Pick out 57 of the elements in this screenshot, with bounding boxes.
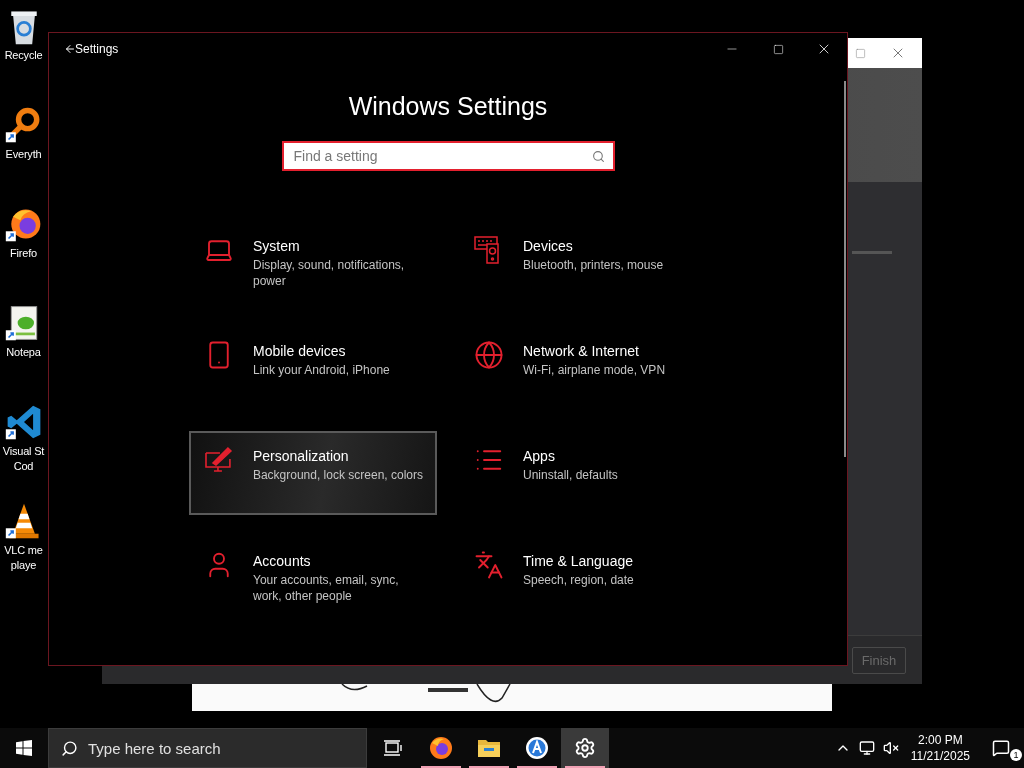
notifications-button[interactable]: 1 bbox=[978, 728, 1024, 768]
category-description: Wi-Fi, airplane mode, VPN bbox=[523, 362, 666, 378]
desktop-icon-label[interactable]: VLC me playe bbox=[4, 543, 43, 573]
desktop-icon-label[interactable]: Recycle bbox=[4, 48, 43, 63]
category-description: Bluetooth, printers, mouse bbox=[523, 257, 664, 273]
settings-category[interactable]: Time & Language Speech, region, date bbox=[459, 536, 707, 620]
settings-category[interactable]: Devices Bluetooth, printers, mouse bbox=[459, 221, 707, 305]
windows-logo-icon bbox=[16, 740, 32, 756]
notification-count: 1 bbox=[1010, 749, 1022, 761]
folder-icon bbox=[477, 737, 501, 759]
category-description: Your accounts, email, sync, work, other people bbox=[253, 572, 399, 604]
back-arrow-icon bbox=[64, 43, 76, 55]
taskbar-search-field[interactable]: Type here to search bbox=[48, 728, 367, 768]
search-input[interactable]: Type here to search bbox=[88, 739, 366, 757]
app-store-icon bbox=[525, 736, 549, 760]
desktop-icon-label[interactable]: Visual St Cod bbox=[2, 444, 45, 474]
category-description: Link your Android, iPhone bbox=[253, 362, 390, 378]
settings-category[interactable]: Mobile devices Link your Android, iPhone bbox=[189, 326, 437, 410]
category-title: Network & Internet bbox=[523, 342, 640, 360]
browser-icon bbox=[429, 736, 453, 760]
window-title: Settings bbox=[75, 42, 119, 56]
settings-category[interactable]: Accounts Your accounts, email, sync, work, other people bbox=[189, 536, 437, 620]
category-title: Accounts bbox=[253, 552, 312, 570]
category-description: Uninstall, defaults bbox=[523, 467, 618, 483]
scrollbar[interactable] bbox=[844, 81, 846, 457]
page-heading: Windows Settings bbox=[348, 91, 548, 121]
task-view-icon bbox=[383, 739, 403, 757]
category-title: Mobile devices bbox=[253, 342, 347, 360]
search-field[interactable]: Find a setting bbox=[281, 141, 615, 171]
search-input[interactable]: Find a setting bbox=[293, 148, 592, 164]
category-description: Display, sound, notifications, power bbox=[253, 257, 405, 289]
volume-muted-icon bbox=[882, 740, 899, 756]
search-icon bbox=[61, 739, 78, 757]
category-title: Devices bbox=[523, 237, 574, 255]
category-title: Personalization bbox=[252, 447, 350, 465]
network-icon bbox=[858, 740, 875, 756]
settings-category[interactable]: Personalization Background, lock screen, colors bbox=[189, 431, 437, 515]
monitor-brush-icon bbox=[204, 445, 234, 475]
clock[interactable]: 2:00 PM 11/21/2025 bbox=[902, 732, 978, 764]
category-description: Background, lock screen, colors bbox=[252, 467, 423, 483]
category-title: Apps bbox=[523, 447, 556, 465]
globe-icon bbox=[474, 340, 504, 370]
search-icon bbox=[591, 149, 605, 163]
taskbar-app-button[interactable] bbox=[561, 728, 609, 768]
maximize-icon bbox=[772, 43, 784, 55]
language-icon bbox=[474, 550, 504, 580]
settings-category[interactable]: Network & Internet Wi-Fi, airplane mode, VPN bbox=[459, 326, 707, 410]
settings-icon bbox=[574, 737, 596, 759]
settings-category[interactable]: Apps Uninstall, defaults bbox=[459, 431, 707, 515]
settings-category[interactable]: System Display, sound, notifications, power bbox=[189, 221, 437, 305]
desktop-icon-label[interactable]: Firefo bbox=[10, 246, 37, 261]
notifications-icon bbox=[992, 739, 1010, 757]
category-description: Speech, region, date bbox=[523, 572, 634, 588]
category-title: Time & Language bbox=[523, 552, 634, 570]
desktop-icon-label[interactable]: Everyth bbox=[5, 147, 42, 162]
category-title: System bbox=[253, 237, 301, 255]
desktop-icon-label[interactable]: Notepa bbox=[6, 345, 41, 360]
